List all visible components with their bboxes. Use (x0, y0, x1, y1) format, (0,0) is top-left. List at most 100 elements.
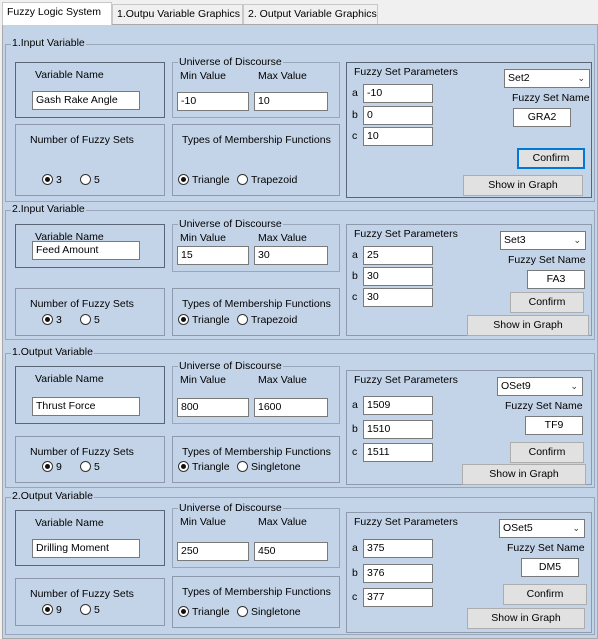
radio-label: 5 (94, 461, 100, 473)
universe-of-discourse-label: Universe of Discourse (178, 56, 283, 68)
output-1-mf-radio-singletone[interactable] (237, 461, 248, 472)
input-2-fuzzy-set-name-input[interactable]: FA3 (527, 270, 585, 289)
number-of-fuzzy-sets-label: Number of Fuzzy Sets (30, 134, 134, 146)
min-value-label: Min Value (180, 516, 226, 528)
radio-label: 5 (94, 174, 100, 186)
output-1-param-a-input[interactable]: 1509 (363, 396, 433, 415)
output-2-min-value-input[interactable]: 250 (177, 542, 249, 561)
input-2-mf-radio-triangle[interactable] (178, 314, 189, 325)
input-1-param-a-input[interactable]: -10 (363, 84, 433, 103)
output-2-max-value-input[interactable]: 450 (254, 542, 328, 561)
output-1-fuzzy-set-name-input[interactable]: TF9 (525, 416, 583, 435)
output-1-param-b-input[interactable]: 1510 (363, 420, 433, 439)
output-2-fuzzy-sets-radio-5[interactable] (80, 604, 91, 615)
fuzzy-set-name-label: Fuzzy Set Name (508, 254, 586, 266)
fuzzy-set-select-value: OSet9 (501, 380, 531, 392)
output-1-show-in-graph-button[interactable]: Show in Graph (462, 464, 586, 485)
input-2-param-a-input[interactable]: 25 (363, 246, 433, 265)
input-2-number-of-fuzzy-sets-box (15, 288, 165, 336)
fuzzy-set-name-label: Fuzzy Set Name (512, 92, 590, 104)
output-2-membership-functions-box (172, 576, 340, 628)
radio-label: Triangle (192, 461, 230, 473)
input-2-mf-radio-trapezoid[interactable] (237, 314, 248, 325)
universe-of-discourse-label: Universe of Discourse (178, 502, 283, 514)
input-1-fuzzy-sets-radio-3[interactable] (42, 174, 53, 185)
output-2-param-c-input[interactable]: 377 (363, 588, 433, 607)
param-b-label: b (352, 109, 358, 121)
output-2-fuzzy-set-name-input[interactable]: DM5 (521, 558, 579, 577)
param-b-label: b (352, 270, 358, 282)
param-c-label: c (352, 130, 358, 142)
output-1-min-value-input[interactable]: 800 (177, 398, 249, 417)
output-1-group-title: 1.Output Variable (11, 346, 94, 358)
param-b-label: b (352, 423, 358, 435)
output-2-variable-name-input[interactable]: Drilling Moment (32, 539, 140, 558)
input-2-param-b-input[interactable]: 30 (363, 267, 433, 286)
output-2-confirm-button[interactable]: Confirm (503, 584, 587, 605)
radio-label: 5 (94, 314, 100, 326)
output-2-fuzzy-set-select[interactable]: OSet5 ⌄ (499, 519, 585, 538)
input-1-mf-radio-triangle[interactable] (178, 174, 189, 185)
output-2-number-of-fuzzy-sets-box (15, 578, 165, 626)
param-a-label: a (352, 87, 358, 99)
output-2-mf-radio-triangle[interactable] (178, 606, 189, 617)
input-2-group-title: 2.Input Variable (11, 203, 86, 215)
param-c-label: c (352, 291, 358, 303)
input-2-fuzzy-sets-radio-3[interactable] (42, 314, 53, 325)
output-1-max-value-input[interactable]: 1600 (254, 398, 328, 417)
output-1-variable-name-input[interactable]: Thrust Force (32, 397, 140, 416)
input-2-membership-functions-box (172, 288, 340, 336)
chevron-down-icon: ⌄ (572, 523, 580, 533)
output-2-show-in-graph-button[interactable]: Show in Graph (467, 608, 585, 629)
chevron-down-icon: ⌄ (570, 381, 578, 391)
input-2-confirm-button[interactable]: Confirm (510, 292, 584, 313)
input-1-fuzzy-set-select[interactable]: Set2 ⌄ (504, 69, 590, 88)
radio-label: 9 (56, 604, 62, 616)
output-1-fuzzy-sets-radio-9[interactable] (42, 461, 53, 472)
input-1-param-b-input[interactable]: 0 (363, 106, 433, 125)
fuzzy-set-select-value: Set2 (508, 72, 530, 84)
input-1-param-c-input[interactable]: 10 (363, 127, 433, 146)
input-2-show-in-graph-button[interactable]: Show in Graph (467, 315, 589, 336)
tab-output-variable-1-graphics[interactable]: 1.Outpu Variable Graphics (112, 4, 243, 24)
variable-name-label: Variable Name (35, 69, 104, 81)
input-1-fuzzy-set-name-input[interactable]: GRA2 (513, 108, 571, 127)
output-1-confirm-button[interactable]: Confirm (510, 442, 584, 463)
radio-label: 9 (56, 461, 62, 473)
membership-functions-label: Types of Membership Functions (182, 298, 331, 310)
fuzzy-set-name-label: Fuzzy Set Name (505, 400, 583, 412)
radio-label: 3 (56, 174, 62, 186)
input-1-mf-radio-trapezoid[interactable] (237, 174, 248, 185)
input-1-fuzzy-sets-radio-5[interactable] (80, 174, 91, 185)
input-2-fuzzy-set-select[interactable]: Set3 ⌄ (500, 231, 586, 250)
universe-of-discourse-label: Universe of Discourse (178, 218, 283, 230)
membership-functions-label: Types of Membership Functions (182, 446, 331, 458)
input-1-min-value-input[interactable]: -10 (177, 92, 249, 111)
output-2-param-a-input[interactable]: 375 (363, 539, 433, 558)
tab-output-variable-2-graphics[interactable]: 2. Output Variable Graphics (243, 4, 378, 24)
output-2-fuzzy-sets-radio-9[interactable] (42, 604, 53, 615)
input-2-variable-name-input[interactable]: Feed Amount (32, 241, 140, 260)
variable-name-label: Variable Name (35, 517, 104, 529)
input-2-max-value-input[interactable]: 30 (254, 246, 328, 265)
fuzzy-set-select-value: Set3 (504, 234, 526, 246)
max-value-label: Max Value (258, 232, 307, 244)
input-1-confirm-button[interactable]: Confirm (517, 148, 585, 169)
input-2-param-c-input[interactable]: 30 (363, 288, 433, 307)
input-1-group-title: 1.Input Variable (11, 37, 86, 49)
input-1-show-in-graph-button[interactable]: Show in Graph (463, 175, 583, 196)
input-1-max-value-input[interactable]: 10 (254, 92, 328, 111)
input-2-min-value-input[interactable]: 15 (177, 246, 249, 265)
output-2-param-b-input[interactable]: 376 (363, 564, 433, 583)
output-2-mf-radio-singletone[interactable] (237, 606, 248, 617)
input-2-fuzzy-sets-radio-5[interactable] (80, 314, 91, 325)
tab-fuzzy-logic-system[interactable]: Fuzzy Logic System (2, 2, 112, 25)
output-1-param-c-input[interactable]: 1511 (363, 443, 433, 462)
output-1-fuzzy-sets-radio-5[interactable] (80, 461, 91, 472)
fuzzy-set-parameters-label: Fuzzy Set Parameters (354, 374, 458, 386)
output-1-fuzzy-set-select[interactable]: OSet9 ⌄ (497, 377, 583, 396)
output-1-mf-radio-triangle[interactable] (178, 461, 189, 472)
output-2-group-title: 2.Output Variable (11, 490, 94, 502)
radio-label: Singletone (251, 461, 301, 473)
input-1-variable-name-input[interactable]: Gash Rake Angle (32, 91, 140, 110)
